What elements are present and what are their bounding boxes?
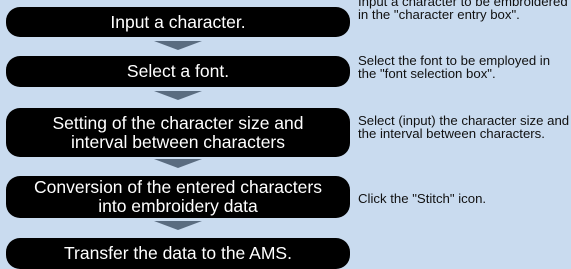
note-size-interval: Select (input) the character size and th… xyxy=(358,113,570,141)
down-arrow-icon xyxy=(154,41,202,50)
step-label: Conversion of the entered characters int… xyxy=(34,177,322,216)
step-label: Transfer the data to the AMS. xyxy=(64,243,292,263)
step-select-font: Select a font. xyxy=(6,56,350,87)
note-conversion: Click the "Stitch" icon. xyxy=(358,191,487,206)
step-input-character: Input a character. xyxy=(6,7,350,37)
step-label: Select a font. xyxy=(126,61,230,81)
step-label: Setting of the character size and interv… xyxy=(52,112,304,152)
down-arrow-icon xyxy=(154,91,202,100)
step-size-interval: Setting of the character size and interv… xyxy=(6,108,350,157)
step-conversion: Conversion of the entered characters int… xyxy=(6,176,350,218)
down-arrow-icon xyxy=(154,159,202,168)
note-select-font: Select the font to be employed in the "f… xyxy=(358,53,551,81)
flowchart: { "steps": [ {"label": "Input a characte… xyxy=(0,0,571,269)
step-transfer-ams: Transfer the data to the AMS. xyxy=(6,238,350,269)
note-input-character: Input a character to be embroidered in t… xyxy=(358,0,568,22)
down-arrow-icon xyxy=(154,221,202,230)
step-label: Input a character. xyxy=(110,11,246,32)
